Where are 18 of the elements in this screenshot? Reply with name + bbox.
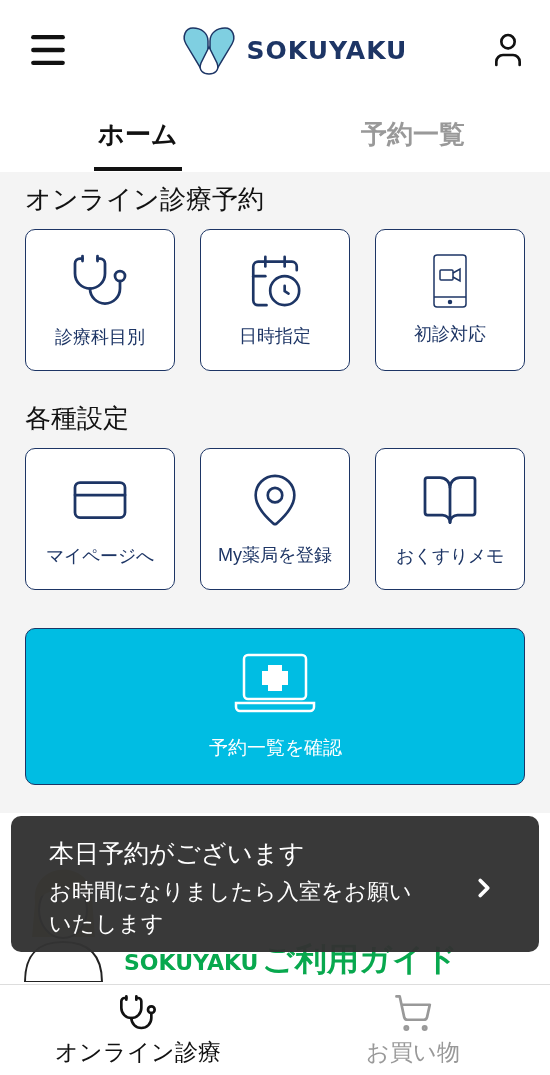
cart-icon — [392, 992, 433, 1033]
menu-tile[interactable]: 日時指定 — [200, 229, 350, 371]
menu-tile[interactable]: My薬局を登録 — [200, 448, 350, 590]
video-phone-icon — [433, 254, 467, 308]
logo-icon — [180, 25, 237, 75]
toast-message: お時間になりましたら入室をお願いいたします — [49, 877, 413, 938]
section-title: オンライン診療予約 — [25, 183, 265, 216]
menu-tile[interactable]: 初診対応 — [375, 229, 525, 371]
logo-text: SOKUYAKU — [246, 35, 408, 65]
menu-tile[interactable]: マイページへ — [25, 448, 175, 590]
menu-tile[interactable]: 診療科目別 — [25, 229, 175, 371]
toast-title: 本日予約がございます — [49, 837, 306, 870]
section-title: 各種設定 — [25, 402, 130, 435]
notification-toast[interactable]: 本日予約がございます お時間になりましたら入室をお願いいたします — [11, 816, 539, 952]
laptop-plus-icon — [234, 652, 316, 713]
nav-item[interactable]: オンライン診療 — [0, 985, 275, 1075]
menu-tile[interactable]: おくすりメモ — [375, 448, 525, 590]
banner-brand: SOKUYAKU — [124, 950, 259, 975]
